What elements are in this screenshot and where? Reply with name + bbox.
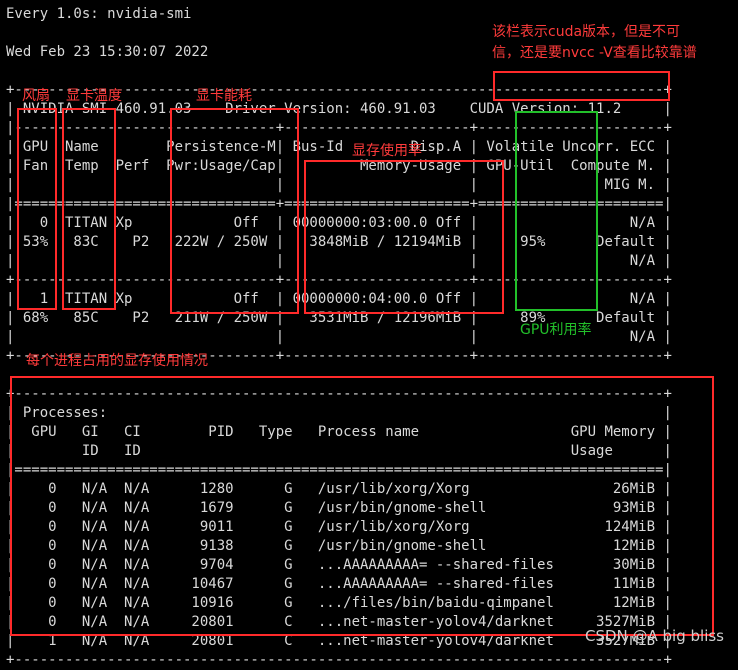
processes-highlight-box	[10, 376, 714, 636]
power-label: 显卡能耗	[196, 88, 252, 104]
memory-usage-highlight-box	[304, 160, 504, 314]
power-column-highlight-box	[170, 108, 299, 314]
cuda-version-highlight-box	[493, 71, 670, 101]
fan-label: 风扇	[22, 88, 50, 104]
temp-label: 显卡温度	[66, 88, 122, 104]
memory-usage-label: 显存使用率	[352, 143, 422, 159]
cuda-note-line-2: 信，还是要nvcc -V查看比较靠谱	[492, 45, 697, 61]
csdn-watermark: CSDN @A big bliss	[584, 627, 724, 645]
temp-column-highlight-box	[62, 108, 116, 310]
terminal-line: Every 1.0s: nvidia-smi	[6, 6, 192, 22]
gpu-util-label: GPU利用率	[520, 322, 592, 338]
cuda-note-line-1: 该栏表示cuda版本，但是不可	[492, 24, 681, 40]
gpu-util-highlight-box	[515, 111, 598, 311]
terminal-line: +---------------------------------------…	[6, 652, 672, 668]
fan-column-highlight-box	[17, 108, 57, 310]
terminal-line: Wed Feb 23 15:30:07 2022	[6, 44, 209, 60]
process-memory-label: 每个进程占用的显存使用情况	[26, 353, 208, 369]
